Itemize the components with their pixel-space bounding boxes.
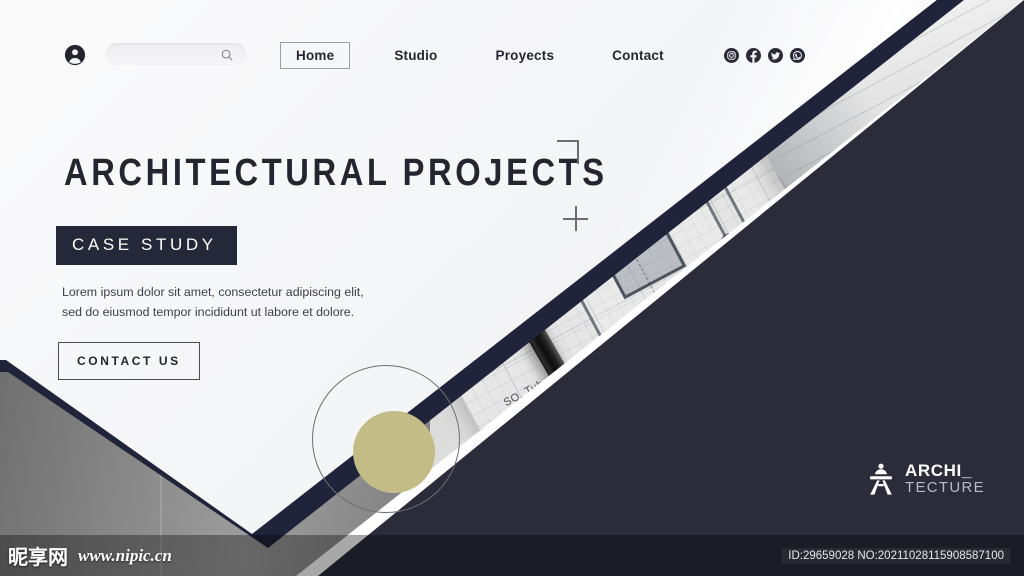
nav-link-contact[interactable]: Contact [612, 48, 664, 63]
case-study-badge: CASE STUDY [56, 226, 237, 265]
hero-paragraph-line-2: sed do eiusmod tempor incididunt ut labo… [62, 305, 355, 319]
nav-links: Home Studio Proyects Contact [280, 41, 722, 69]
whatsapp-icon[interactable] [789, 47, 805, 63]
user-avatar-icon[interactable] [64, 44, 86, 66]
nav-link-studio[interactable]: Studio [394, 48, 437, 63]
search-icon[interactable] [220, 48, 234, 62]
hero-paragraph: Lorem ipsum dolor sit amet, consectetur … [62, 282, 452, 322]
decorative-gold-circle [353, 411, 435, 493]
search-box[interactable] [106, 43, 246, 67]
compass-divider-icon [866, 462, 896, 496]
search-input[interactable] [116, 43, 216, 67]
page-title: ARCHITECTURAL PROJECTS [64, 152, 608, 194]
instagram-icon[interactable] [723, 47, 739, 63]
nav-link-proyects[interactable]: Proyects [496, 48, 555, 63]
watermark-logo: 昵享网 [8, 541, 68, 570]
brand-name-primary: ARCHI_ [905, 461, 972, 480]
hero-paragraph-line-1: Lorem ipsum dolor sit amet, consectetur … [62, 285, 364, 299]
brand-text: ARCHI_ TECTURE [905, 462, 985, 496]
watermark-bar: 昵享网 www.nipic.cn ID:29659028 NO:20211028… [0, 535, 1024, 576]
navbar: Home Studio Proyects Contact [0, 38, 860, 72]
facebook-icon[interactable] [745, 47, 761, 63]
corner-bracket-icon [557, 140, 579, 164]
brand-logo[interactable]: ARCHI_ TECTURE [866, 462, 985, 496]
landing-page-hero: 7 6 9 4 2 Bedroom 2 +4.175 (F.F.L) Bathr… [0, 0, 1024, 576]
brand-name-secondary: TECTURE [905, 479, 985, 496]
nav-link-home[interactable]: Home [280, 41, 351, 69]
social-links [723, 47, 805, 63]
twitter-icon[interactable] [767, 47, 783, 63]
contact-us-button[interactable]: CONTACT US [58, 342, 200, 380]
watermark-site-name-cn: 昵享网 [8, 545, 68, 569]
watermark-site-url: www.nipic.cn [78, 545, 172, 565]
plus-crosshair-icon [563, 206, 588, 231]
watermark-id-text: ID:29659028 NO:20211028115908587100 [782, 547, 1010, 564]
